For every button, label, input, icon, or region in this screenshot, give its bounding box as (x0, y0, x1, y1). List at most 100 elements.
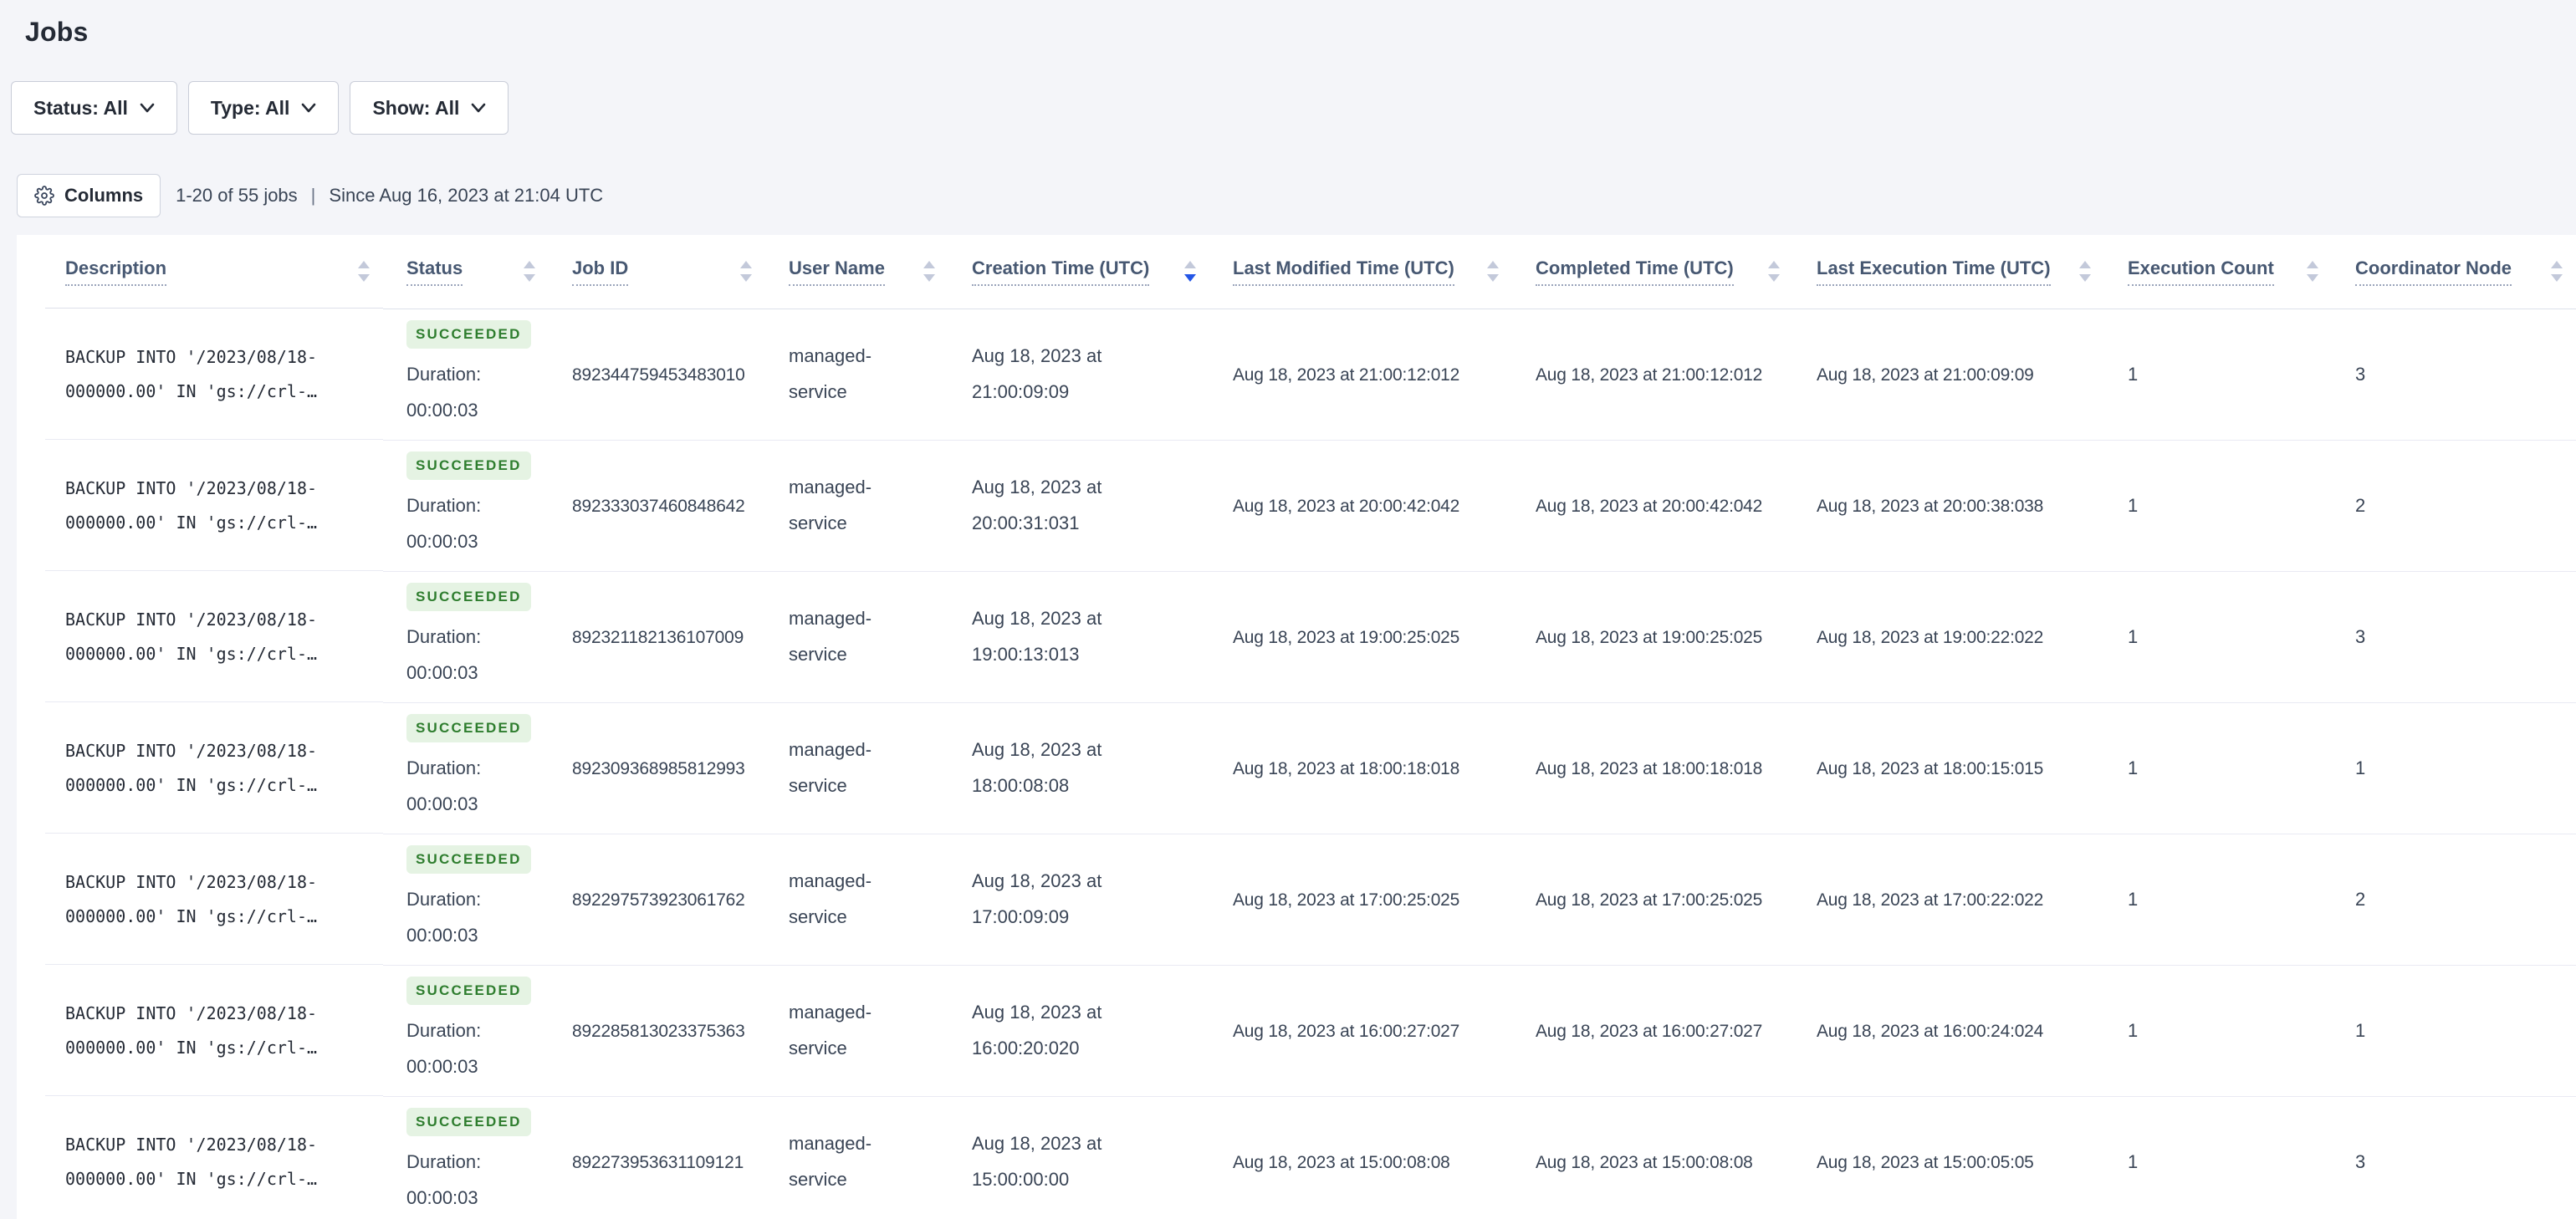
user-name: managed- service (789, 870, 872, 927)
job-duration: Duration: 00:00:03 (406, 363, 482, 421)
status-badge: SUCCEEDED (406, 1107, 531, 1136)
sort-icon[interactable] (1487, 261, 1499, 283)
table-row: BACKUP INTO '/2023/08/18- 000000.00' IN … (17, 702, 2576, 834)
column-header-coordinator-node[interactable]: Coordinator Node (2332, 235, 2576, 309)
user-name: managed- service (789, 1001, 872, 1058)
last-execution-time: Aug 18, 2023 at 16:00:24:024 (1817, 1021, 2044, 1041)
sort-icon[interactable] (2079, 261, 2091, 283)
coordinator-node: 2 (2355, 494, 2366, 516)
column-header-last-modified-time[interactable]: Last Modified Time (UTC) (1209, 235, 1512, 309)
gear-icon (34, 186, 54, 206)
creation-time: Aug 18, 2023 at 18:00:08:08 (972, 738, 1102, 796)
execution-count: 1 (2128, 1150, 2139, 1172)
status-filter-label: Status: All (33, 96, 128, 119)
column-label: Last Execution Time (UTC) (1817, 258, 2051, 286)
coordinator-node: 3 (2355, 625, 2366, 647)
last-modified-time: Aug 18, 2023 at 17:00:25:025 (1233, 890, 1460, 910)
page-title: Jobs (25, 17, 89, 47)
creation-time: Aug 18, 2023 at 15:00:00:00 (972, 1132, 1102, 1190)
last-modified-time: Aug 18, 2023 at 21:00:12:012 (1233, 365, 1460, 385)
user-name: managed- service (789, 476, 872, 533)
job-id: 892309368985812993 (572, 758, 745, 778)
job-duration: Duration: 00:00:03 (406, 888, 482, 946)
column-header-job-id[interactable]: Job ID (549, 235, 765, 309)
last-modified-time: Aug 18, 2023 at 18:00:18:018 (1233, 758, 1460, 778)
execution-count: 1 (2128, 363, 2139, 385)
table-row: BACKUP INTO '/2023/08/18- 000000.00' IN … (17, 965, 2576, 1097)
coordinator-node: 3 (2355, 1150, 2366, 1172)
last-modified-time: Aug 18, 2023 at 20:00:42:042 (1233, 496, 1460, 516)
columns-button-label: Columns (64, 185, 144, 206)
job-id: 892297573923061762 (572, 890, 745, 910)
column-header-execution-count[interactable]: Execution Count (2104, 235, 2332, 309)
creation-time: Aug 18, 2023 at 20:00:31:031 (972, 476, 1102, 533)
status-badge: SUCCEEDED (406, 713, 531, 742)
creation-time: Aug 18, 2023 at 21:00:09:09 (972, 344, 1102, 402)
job-duration: Duration: 00:00:03 (406, 494, 482, 552)
sort-icon[interactable] (1184, 261, 1196, 283)
completed-time: Aug 18, 2023 at 16:00:27:027 (1536, 1021, 1763, 1041)
last-execution-time: Aug 18, 2023 at 18:00:15:015 (1817, 758, 2044, 778)
job-id: 892321182136107009 (572, 627, 744, 647)
chevron-down-icon (140, 103, 155, 113)
chevron-down-icon (472, 103, 486, 113)
column-header-completed-time[interactable]: Completed Time (UTC) (1512, 235, 1793, 309)
column-label: Job ID (572, 258, 629, 286)
column-header-last-execution-time[interactable]: Last Execution Time (UTC) (1793, 235, 2104, 309)
column-header-description[interactable]: Description (17, 235, 383, 309)
job-duration: Duration: 00:00:03 (406, 625, 482, 683)
job-description: BACKUP INTO '/2023/08/18- 000000.00' IN … (65, 740, 318, 795)
user-name: managed- service (789, 607, 872, 665)
column-header-creation-time[interactable]: Creation Time (UTC) (948, 235, 1209, 309)
user-name: managed- service (789, 344, 872, 402)
columns-button[interactable]: Columns (17, 174, 161, 217)
coordinator-node: 1 (2355, 1019, 2366, 1041)
job-duration: Duration: 00:00:03 (406, 757, 482, 814)
show-filter-dropdown[interactable]: Show: All (350, 81, 509, 135)
sort-icon[interactable] (2307, 261, 2318, 283)
column-label: User Name (789, 258, 885, 286)
user-name: managed- service (789, 1132, 872, 1190)
column-label: Status (406, 258, 463, 286)
toolbar-separator: | (310, 185, 316, 206)
completed-time: Aug 18, 2023 at 17:00:25:025 (1536, 890, 1763, 910)
sort-icon[interactable] (524, 261, 535, 283)
status-badge: SUCCEEDED (406, 844, 531, 874)
last-execution-time: Aug 18, 2023 at 19:00:22:022 (1817, 627, 2044, 647)
sort-icon[interactable] (740, 261, 752, 283)
job-id: 892344759453483010 (572, 365, 745, 385)
job-id: 892333037460848642 (572, 496, 745, 516)
execution-count: 1 (2128, 1019, 2139, 1041)
table-toolbar: Columns 1-20 of 55 jobs | Since Aug 16, … (17, 174, 2576, 217)
last-execution-time: Aug 18, 2023 at 21:00:09:09 (1817, 365, 2034, 385)
completed-time: Aug 18, 2023 at 18:00:18:018 (1536, 758, 1763, 778)
last-modified-time: Aug 18, 2023 at 16:00:27:027 (1233, 1021, 1460, 1041)
column-label: Coordinator Node (2355, 258, 2512, 286)
column-header-status[interactable]: Status (383, 235, 549, 309)
sort-icon[interactable] (1768, 261, 1780, 283)
job-description: BACKUP INTO '/2023/08/18- 000000.00' IN … (65, 609, 318, 664)
type-filter-dropdown[interactable]: Type: All (187, 81, 340, 135)
sort-icon[interactable] (923, 261, 935, 283)
job-id: 892285813023375363 (572, 1021, 745, 1041)
jobs-table-body: BACKUP INTO '/2023/08/18- 000000.00' IN … (17, 309, 2576, 1219)
jobs-table: Description Status Job ID User Name Crea… (17, 235, 2576, 1219)
table-row: BACKUP INTO '/2023/08/18- 000000.00' IN … (17, 1096, 2576, 1219)
execution-count: 1 (2128, 494, 2139, 516)
completed-time: Aug 18, 2023 at 19:00:25:025 (1536, 627, 1763, 647)
table-header-row: Description Status Job ID User Name Crea… (17, 235, 2576, 309)
sort-icon[interactable] (2551, 261, 2563, 283)
filters-row: Status: All Type: All Show: All (11, 81, 2576, 135)
coordinator-node: 1 (2355, 757, 2366, 778)
status-badge: SUCCEEDED (406, 582, 531, 611)
status-filter-dropdown[interactable]: Status: All (11, 81, 177, 135)
sort-icon[interactable] (358, 261, 370, 283)
type-filter-label: Type: All (210, 96, 290, 119)
status-badge: SUCCEEDED (406, 976, 531, 1005)
table-row: BACKUP INTO '/2023/08/18- 000000.00' IN … (17, 571, 2576, 703)
execution-count: 1 (2128, 757, 2139, 778)
last-modified-time: Aug 18, 2023 at 19:00:25:025 (1233, 627, 1460, 647)
column-header-user-name[interactable]: User Name (765, 235, 948, 309)
jobs-table-card: Description Status Job ID User Name Crea… (17, 235, 2576, 1219)
table-row: BACKUP INTO '/2023/08/18- 000000.00' IN … (17, 440, 2576, 572)
